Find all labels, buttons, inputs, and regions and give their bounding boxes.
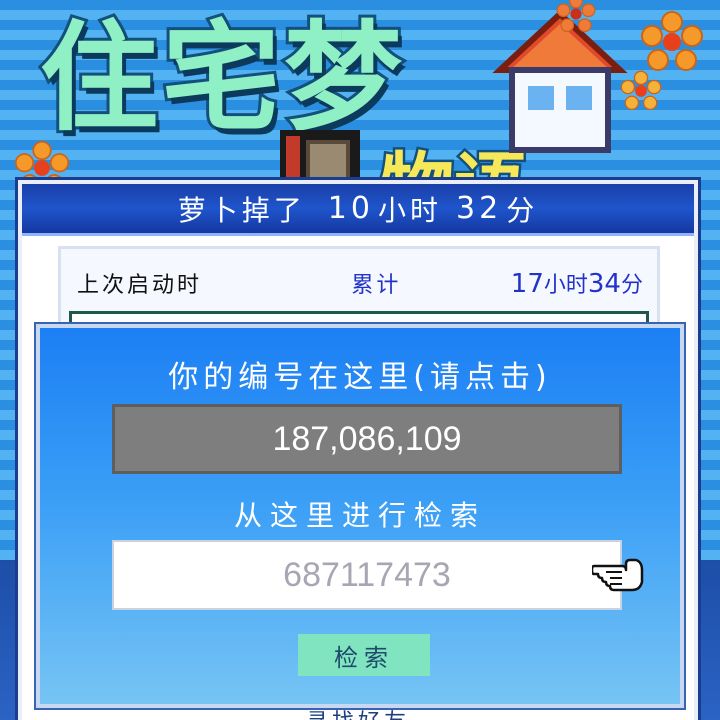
- total-minutes: 34: [587, 269, 621, 299]
- flower-icon: [641, 11, 703, 71]
- summary-header: 萝卜掉了 10 小时 32 分: [22, 184, 694, 236]
- search-input[interactable]: [112, 540, 622, 610]
- stats-row: 上次启动时 累计 17小时34分: [77, 263, 643, 303]
- total-hours: 17: [510, 269, 544, 299]
- player-id-button[interactable]: 187,086,109: [112, 404, 622, 474]
- search-label: 从这里进行检索: [233, 499, 486, 532]
- total-label: 累计: [351, 273, 402, 298]
- summary-minutes: 32: [456, 191, 503, 226]
- flower-icon: [620, 70, 662, 111]
- summary-hours: 10: [327, 191, 374, 226]
- summary-minutes-unit: 分: [506, 193, 539, 227]
- title-artwork: 住宅梦 物语: [0, 0, 720, 200]
- summary-label: 萝卜掉了: [177, 193, 306, 227]
- dialog-title: 你的编号在这里(请点击): [168, 360, 552, 395]
- total-time: 17小时34分: [511, 267, 643, 299]
- summary-hours-unit: 小时: [377, 193, 442, 227]
- total-hours-unit: 小时: [543, 273, 588, 298]
- friend-search-dialog: 你的编号在这里(请点击) 187,086,109 从这里进行检索 检索: [36, 324, 684, 708]
- last-start-label: 上次启动时: [77, 273, 203, 298]
- flower-icon: [556, 0, 596, 33]
- pointing-hand-icon: [592, 558, 644, 592]
- search-button[interactable]: 检索: [298, 634, 430, 676]
- total-minutes-unit: 分: [620, 273, 643, 298]
